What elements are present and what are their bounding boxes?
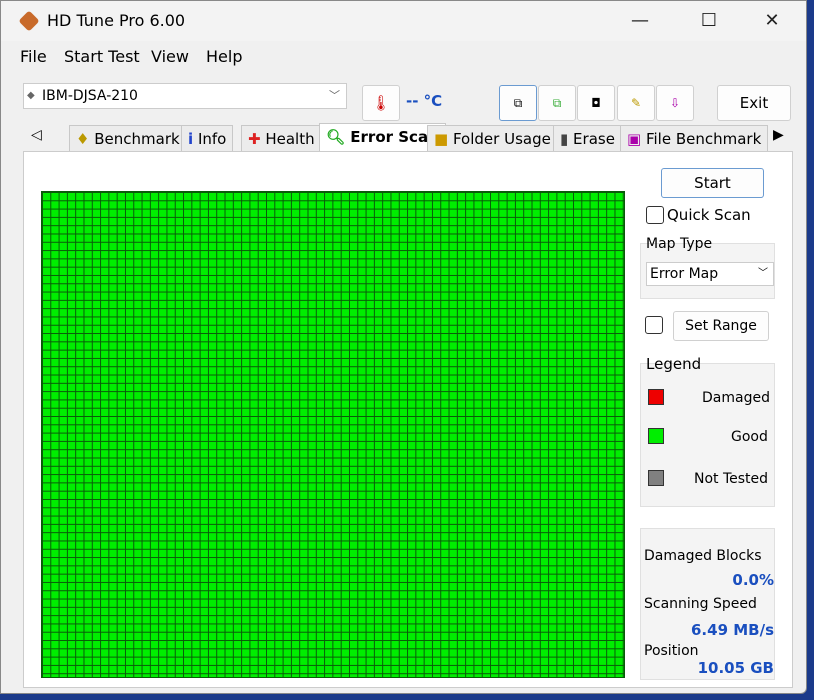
chevron-down-icon: ﹀ [329,89,340,102]
copy-icon: ⧉ [513,96,523,110]
tab-label: Health [265,130,315,148]
app-window: HD Tune Pro 6.00 — ☐ ✕ File Start Test V… [0,0,807,694]
menu-file[interactable]: File [20,47,47,66]
file-icon: ▣ [627,130,642,148]
tab-label: Info [197,130,227,148]
damaged-blocks-label: Damaged Blocks [644,548,762,564]
cross-icon: ✚ [248,130,261,148]
tab-benchmark[interactable]: ♦ Benchmark [69,125,187,152]
menu-help[interactable]: Help [206,47,242,66]
thermometer-icon: 🌡 [371,94,391,112]
map-type-value: Error Map [650,266,719,282]
map-type-select[interactable]: Error Map ﹀ [646,262,774,286]
download-icon: ⇩ [669,96,681,110]
trash-icon: ▮ [560,130,569,148]
set-range-checkbox[interactable] [645,316,663,334]
not-tested-swatch [648,470,664,486]
tab-info[interactable]: i Info [181,125,234,152]
tab-label: Benchmark [94,130,180,148]
tab-folder-usage[interactable]: ■ Folder Usage [427,125,558,152]
menu-start-test[interactable]: Start Test [64,47,140,66]
quick-scan-checkbox[interactable] [646,206,664,224]
close-button[interactable]: ✕ [749,7,795,35]
chevron-down-icon: ﹀ [758,268,768,279]
exit-button[interactable]: Exit [717,85,791,121]
tab-label: Erase [573,130,615,148]
damaged-swatch [648,389,664,405]
menu-bar: File Start Test View Help [1,43,806,69]
legend-title: Legend [646,355,702,373]
tab-file-benchmark[interactable]: ▣ File Benchmark [620,125,769,152]
copy-button[interactable]: ⧉ [499,85,537,121]
tab-health[interactable]: ✚ Health [241,125,322,152]
position-value: 10.05 GB [697,659,774,677]
scanning-speed-value: 6.49 MB/s [691,621,774,639]
set-range-button[interactable]: Set Range [673,311,769,341]
drive-select[interactable]: ◆ IBM-DJSA-210 ﹀ [23,83,347,109]
maximize-button[interactable]: ☐ [686,7,732,35]
drive-name: IBM-DJSA-210 [42,88,138,104]
legend-not-tested: Not Tested [694,471,769,487]
start-button[interactable]: Start [661,168,764,198]
window-title: HD Tune Pro 6.00 [47,11,186,30]
app-icon [18,10,40,32]
save-button[interactable]: ⇩ [656,85,694,121]
map-type-label: Map Type [646,236,713,252]
tab-label: File Benchmark [645,130,762,148]
good-swatch [648,428,664,444]
wrench-icon: ✎ [630,96,642,110]
quick-scan-label: Quick Scan [667,206,751,224]
copy-all-button[interactable]: ⧉ [538,85,576,121]
legend-good: Good [731,429,768,445]
info-icon: i [188,130,194,148]
minimize-button[interactable]: — [617,7,663,35]
legend-damaged: Damaged [702,390,770,406]
scanning-speed-label: Scanning Speed [644,596,757,612]
tab-label: Folder Usage [452,130,551,148]
tab-label: Error Scan [350,128,439,146]
tab-scroll-right-icon[interactable]: ▶ [773,127,784,143]
magnifier-icon: 🔍︎ [326,128,346,146]
temperature-value: -- °C [406,92,443,110]
error-map-grid [41,191,625,678]
screenshot-button[interactable]: ◘ [577,85,615,121]
camera-icon: ◘ [591,96,601,110]
drive-icon: ◆ [27,90,35,101]
position-label: Position [644,643,699,659]
tab-erase[interactable]: ▮ Erase [553,125,622,152]
bulb-icon: ♦ [76,130,90,148]
folder-icon: ■ [434,130,449,148]
options-button[interactable]: ✎ [617,85,655,121]
menu-view[interactable]: View [151,47,189,66]
copy-all-icon: ⧉ [552,96,562,110]
title-bar: HD Tune Pro 6.00 — ☐ ✕ [1,1,806,41]
tab-bar: ◁ ♦ Benchmark i Info ✚ Health 🔍︎ Error S… [23,123,793,153]
damaged-blocks-value: 0.0% [732,571,774,589]
tab-scroll-left-icon[interactable]: ◁ [31,127,42,143]
temperature-button[interactable]: 🌡 [362,85,400,121]
